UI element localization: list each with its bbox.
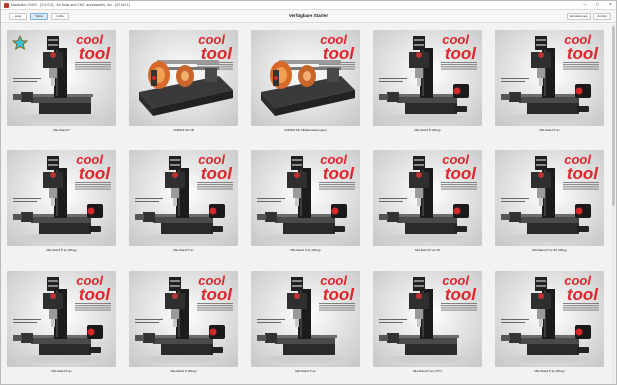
tile-label: MH-Stand P (3Zug)	[170, 369, 197, 373]
tile-label: MH-Stand P ax XZ	[415, 248, 440, 252]
view-grid-button[interactable]: Grilla	[51, 13, 69, 20]
tile-label: MH-Stand P ax	[173, 248, 194, 252]
window-controls: – □ ×	[581, 2, 614, 9]
starter-tile[interactable]: cool tool UNIMAT ML 1B (Erweiterungen)	[248, 26, 363, 138]
tile-label: MH-Stand P ax (3Zug)	[290, 248, 321, 252]
brand-line-2: tool	[79, 285, 111, 304]
brand-line-2: tool	[567, 285, 599, 304]
starter-tile[interactable]: cool tool MH-Stand P ax	[126, 146, 241, 258]
starter-tile[interactable]: cool tool UNIMAT ML 1B	[126, 26, 241, 138]
tile-label: MH-Stand P ax (3Zug)	[46, 248, 77, 252]
brand-line-2: tool	[567, 164, 599, 183]
tile-image: cool tool	[373, 271, 482, 367]
tile-label: MH-Stand P ax	[51, 369, 72, 373]
tile-label: MH-Stand P ax	[539, 128, 560, 132]
window-title: Mackuino CNC2 - [2.0.0.0] - for tools an…	[11, 3, 130, 7]
brand-line-2: tool	[201, 164, 233, 183]
starter-tile[interactable]: cool tool MH-Stand P ax	[248, 267, 363, 379]
toolbar: Lista Tabla Grilla Verfügbare Starter Ei…	[1, 11, 616, 23]
settings-button[interactable]: Einstellungen	[567, 13, 591, 20]
starter-tile[interactable]: cool tool MH-Stand P (3Zug)	[126, 267, 241, 379]
brand-line-2: tool	[79, 44, 111, 63]
view-table-button[interactable]: Tabla	[30, 13, 48, 20]
tile-image: cool tool	[7, 150, 116, 246]
maximize-icon[interactable]: □	[594, 2, 601, 9]
tile-image: cool tool	[129, 150, 238, 246]
brand-line-2: tool	[445, 164, 477, 183]
app-icon	[4, 2, 9, 8]
tile-image: cool tool	[129, 30, 238, 126]
title-bar: Mackuino CNC2 - [2.0.0.0] - for tools an…	[1, 1, 616, 10]
brand-line-2: tool	[323, 164, 355, 183]
tile-label: UNIMAT ML 1B (Erweiterungen)	[284, 128, 327, 132]
starter-tile[interactable]: cool tool MH-Stand P ax	[4, 267, 119, 379]
tile-image: cool tool	[495, 271, 604, 367]
tile-label: MH-Stand P ax	[295, 369, 316, 373]
tile-image: cool tool	[495, 30, 604, 126]
starter-tile[interactable]: cool tool MH-Stand P ax XZ	[370, 146, 485, 258]
favorite-star-icon[interactable]	[12, 35, 28, 51]
tile-image: cool tool	[495, 150, 604, 246]
tile-image: cool tool	[129, 271, 238, 367]
scrollbar-thumb[interactable]	[612, 26, 615, 206]
brand-line-2: tool	[201, 285, 233, 304]
back-button[interactable]: Zurück	[593, 13, 611, 20]
brand-line-2: tool	[79, 164, 111, 183]
starter-tile[interactable]: cool tool MH-Stand P ax (TXY)	[370, 267, 485, 379]
app-window: Mackuino CNC2 - [2.0.0.0] - for tools an…	[0, 0, 617, 385]
tile-image: cool tool	[251, 271, 360, 367]
tile-image: cool tool	[251, 30, 360, 126]
tile-label: MH-Stand P ax (3Zug)	[534, 369, 565, 373]
tile-label: MH-Stand P ax XZ (3Zug)	[532, 248, 567, 252]
starter-tile[interactable]: cool tool MH-Stand P ax	[492, 26, 607, 138]
brand-line-2: tool	[567, 44, 599, 63]
tile-image: cool tool	[251, 150, 360, 246]
starter-tile[interactable]: cool tool MH-Stand P (3Zug)	[370, 26, 485, 138]
minimize-icon[interactable]: –	[581, 2, 588, 9]
close-icon[interactable]: ×	[607, 2, 614, 9]
vertical-scrollbar[interactable]	[612, 24, 615, 384]
tile-label: MH-Stand P (3Zug)	[414, 128, 441, 132]
brand-line-2: tool	[445, 44, 477, 63]
view-list-button[interactable]: Lista	[9, 13, 27, 20]
page-title: Verfügbare Starter	[288, 13, 329, 18]
tile-image: cool tool	[373, 30, 482, 126]
tile-image: cool tool	[373, 150, 482, 246]
brand-line-2: tool	[323, 285, 355, 304]
tile-image: cool tool	[7, 271, 116, 367]
tile-label: MH-Stand P	[53, 128, 70, 132]
tile-label: MH-Stand P ax (TXY)	[413, 369, 442, 373]
starter-tile[interactable]: cool tool MH-Stand P ax (3Zug)	[248, 146, 363, 258]
starter-tile[interactable]: cool tool MH-Stand P ax (3Zug)	[492, 267, 607, 379]
tile-label: UNIMAT ML 1B	[173, 128, 194, 132]
tile-grid: cool tool MH-Stand Pcool tool UNIMAT ML 1B co…	[1, 24, 613, 384]
starter-tile[interactable]: cool tool MH-Stand P ax XZ (3Zug)	[492, 146, 607, 258]
brand-line-2: tool	[445, 285, 477, 304]
starter-tile[interactable]: cool tool MH-Stand P ax (3Zug)	[4, 146, 119, 258]
